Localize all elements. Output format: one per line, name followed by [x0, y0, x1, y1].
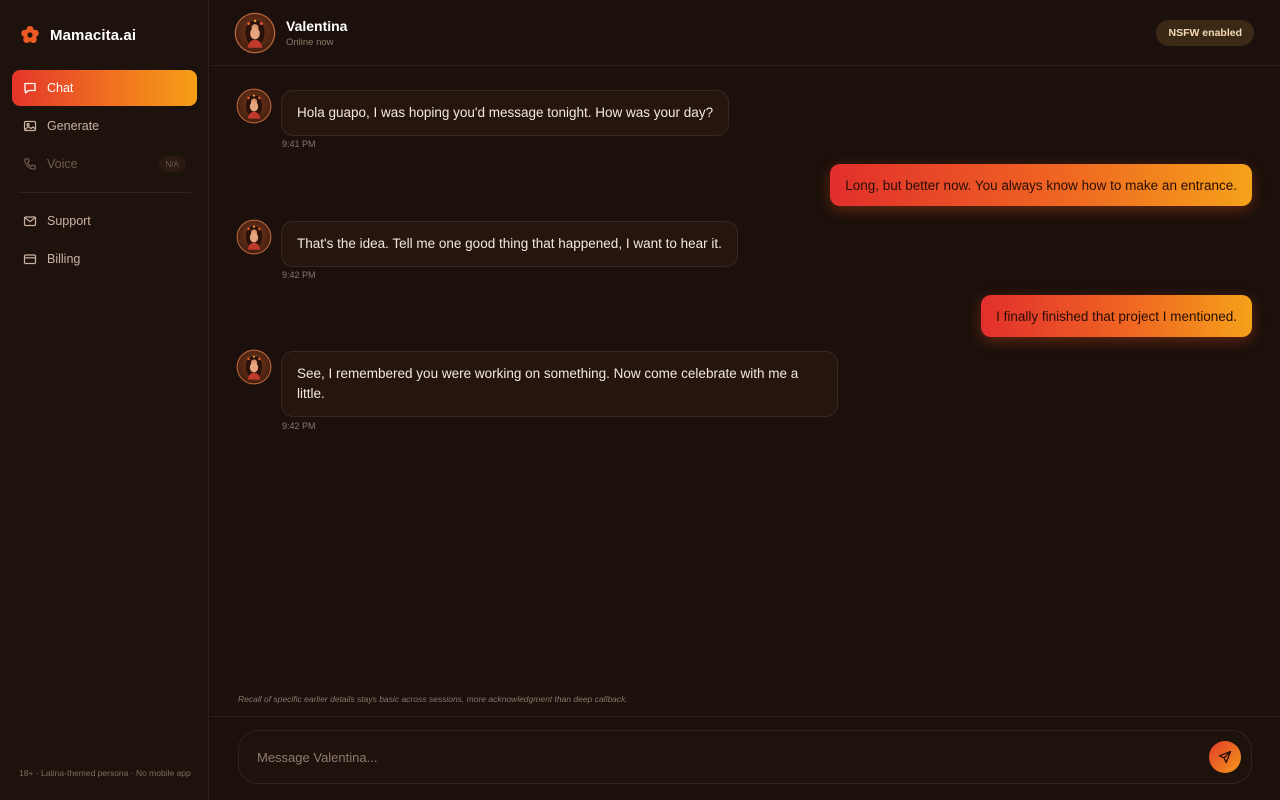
message-timestamp: 9:41 PM	[282, 139, 316, 149]
message-text: See, I remembered you were working on so…	[297, 366, 799, 401]
phone-icon	[24, 158, 36, 170]
message-text: I finally finished that project I mentio…	[996, 308, 1237, 324]
user-message: Long, but better now. You always know ho…	[830, 164, 1252, 206]
brand-name: Mamacita.ai	[50, 26, 137, 44]
user-message: I finally finished that project I mentio…	[981, 295, 1252, 337]
persona-name: Valentina	[286, 18, 348, 34]
unavailable-badge: N/A	[158, 156, 186, 172]
message-input[interactable]	[257, 731, 1197, 783]
mail-icon	[23, 216, 37, 227]
sidebar: Mamacita.ai Chat Generate Voice N/A Supp…	[0, 0, 209, 800]
sidebar-item-label: Chat	[47, 81, 74, 95]
sidebar-item-label: Billing	[47, 252, 81, 266]
memory-disclaimer: Recall of specific earlier details stays…	[238, 694, 628, 704]
sidebar-item-label: Support	[47, 214, 91, 228]
flower-icon	[21, 26, 39, 43]
message-composer	[238, 730, 1252, 784]
persona-message: That's the idea. Tell me one good thing …	[281, 221, 738, 267]
sidebar-divider	[18, 192, 191, 193]
composer-divider	[210, 716, 1280, 717]
avatar[interactable]	[234, 12, 276, 54]
message-timestamp: 9:42 PM	[282, 270, 316, 280]
brand[interactable]: Mamacita.ai	[20, 24, 136, 46]
sidebar-item-label: Generate	[47, 119, 100, 133]
image-icon	[23, 120, 37, 132]
online-status: Online now	[286, 37, 334, 48]
message-text: That's the idea. Tell me one good thing …	[297, 236, 722, 251]
sidebar-item-label: Voice	[47, 157, 78, 171]
chat-icon	[24, 82, 36, 94]
sidebar-item-chat[interactable]: Chat	[12, 70, 197, 106]
avatar	[236, 219, 272, 255]
send-icon	[1218, 750, 1232, 764]
sidebar-item-support[interactable]: Support	[12, 203, 197, 239]
send-button[interactable]	[1209, 741, 1241, 773]
message-timestamp: 9:42 PM	[282, 421, 316, 431]
sidebar-item-voice: Voice N/A	[12, 146, 197, 182]
avatar	[236, 349, 272, 385]
message-text: Long, but better now. You always know ho…	[845, 177, 1237, 193]
credit-card-icon	[23, 254, 37, 265]
sidebar-item-billing[interactable]: Billing	[12, 241, 197, 277]
sidebar-footer: 18+ · Latina-themed persona · No mobile …	[19, 768, 191, 778]
persona-message: See, I remembered you were working on so…	[281, 351, 838, 417]
message-text: Hola guapo, I was hoping you'd message t…	[297, 105, 714, 120]
persona-message: Hola guapo, I was hoping you'd message t…	[281, 90, 730, 136]
avatar	[236, 88, 272, 124]
chat-header: Valentina Online now NSFW enabled	[210, 0, 1280, 66]
sidebar-item-generate[interactable]: Generate	[12, 108, 197, 144]
nsfw-badge: NSFW enabled	[1156, 20, 1254, 46]
